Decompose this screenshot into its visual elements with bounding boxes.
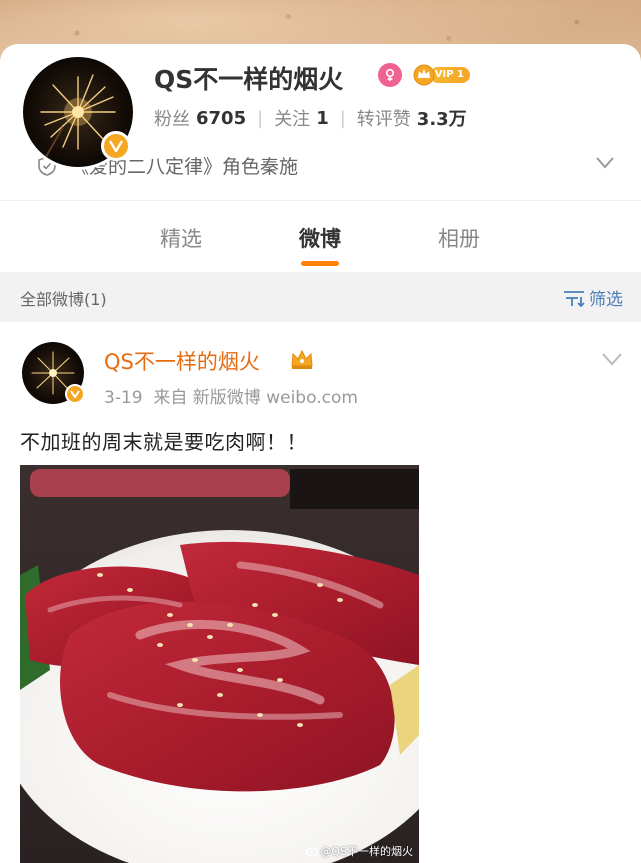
grilled-beef-photo [20,465,419,863]
followers-label: 粉丝 [154,109,190,130]
filter-icon [564,290,585,307]
filter-label: 筛选 [589,290,623,310]
post-author-name[interactable]: QS不一样的烟火 [104,346,260,376]
verified-badge-icon [65,384,85,404]
profile-avatar[interactable] [20,54,136,170]
reposts-likes-label: 转评赞 [356,109,411,130]
crown-icon [291,349,313,369]
watermark-text: @QS不一样的烟火 [320,845,413,858]
post-image[interactable]: @QS不一样的烟火 [20,465,419,863]
post-meta: 3-19 来自 新版微博 weibo.com [104,383,358,408]
following-count[interactable]: 1 [316,108,329,129]
profile-stats: 粉丝 6705 | 关注 1 | 转评赞 3.3万 [154,105,467,131]
followers-count[interactable]: 6705 [196,108,246,129]
profile-tabs: 精选 微博 相册 [0,200,641,272]
tab-album[interactable]: 相册 [438,223,480,253]
filter-bar: 全部微博(1) 筛选 [0,272,641,318]
all-posts-count[interactable]: 全部微博(1) [20,286,107,310]
weibo-logo-icon [306,846,320,857]
tab-featured[interactable]: 精选 [160,223,202,253]
following-label: 关注 [274,109,311,130]
stats-divider: | [257,107,264,129]
chevron-down-icon[interactable] [601,352,623,366]
post-source: 来自 新版微博 weibo.com [153,388,358,408]
post-text: 不加班的周末就是要吃肉啊！！ [20,430,307,454]
tab-weibo[interactable]: 微博 [299,223,341,253]
stats-divider: | [339,107,346,129]
image-watermark: @QS不一样的烟火 [306,843,413,859]
verified-badge-icon [101,131,131,161]
profile-card: QS不一样的烟火 VIP 1 粉丝 6705 | 关注 1 | 转评赞 3.3万… [0,44,641,200]
chevron-down-icon[interactable] [595,156,615,170]
vip-level-label: VIP 1 [430,67,470,83]
profile-username: QS不一样的烟火 [154,65,344,94]
post-date: 3-19 [104,388,143,408]
weibo-post: QS不一样的烟火 3-19 来自 新版微博 weibo.com 不加班的周末就是… [0,322,641,863]
active-tab-indicator [301,261,339,266]
vip-badge[interactable]: VIP 1 [412,62,470,86]
reposts-likes-count: 3.3万 [416,109,467,130]
filter-button[interactable]: 筛选 [563,285,623,310]
female-gender-icon [378,63,402,87]
crown-icon [413,64,435,86]
